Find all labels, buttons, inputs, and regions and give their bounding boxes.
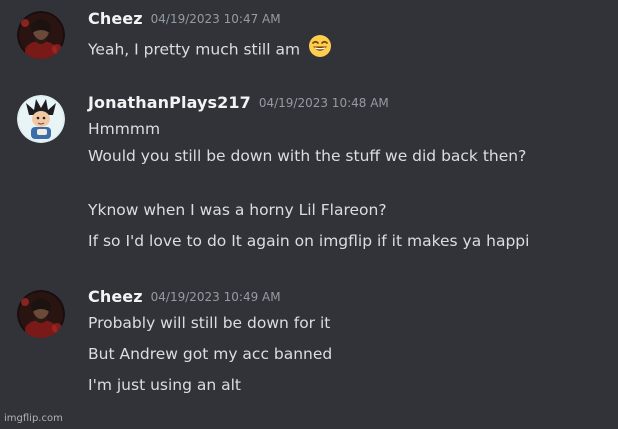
message-line: If so I'd love to do It again on imgflip… bbox=[88, 232, 530, 250]
message-text: Yeah, I pretty much still am bbox=[88, 40, 301, 59]
user-avatar[interactable] bbox=[17, 290, 65, 338]
user-avatar[interactable] bbox=[17, 11, 65, 59]
user-avatar[interactable] bbox=[17, 95, 65, 143]
message-author[interactable]: JonathanPlays217 bbox=[88, 93, 251, 112]
message-timestamp: 04/19/2023 10:49 AM bbox=[150, 290, 281, 304]
chat-log: Cheez 04/19/2023 10:47 AM Yeah, I pretty … bbox=[0, 0, 618, 429]
message-author[interactable]: Cheez bbox=[88, 9, 143, 28]
message-line: Hmmmm bbox=[88, 120, 161, 138]
message-timestamp: 04/19/2023 10:48 AM bbox=[258, 96, 389, 110]
message-author[interactable]: Cheez bbox=[88, 287, 143, 306]
dark-figure-avatar-icon bbox=[17, 11, 65, 59]
message-line: But Andrew got my acc banned bbox=[88, 345, 333, 363]
grinning-face-with-smiling-eyes-icon bbox=[308, 34, 332, 62]
message-line: Yknow when I was a horny Lil Flareon? bbox=[88, 201, 387, 219]
message-line: Would you still be down with the stuff w… bbox=[88, 147, 527, 165]
anime-character-avatar-icon bbox=[17, 95, 65, 143]
message-line: Yeah, I pretty much still am bbox=[88, 34, 332, 64]
message-line: I'm just using an alt bbox=[88, 376, 241, 394]
message-timestamp: 04/19/2023 10:47 AM bbox=[150, 12, 281, 26]
imgflip-watermark: imgflip.com bbox=[4, 413, 63, 424]
dark-figure-avatar-icon bbox=[17, 290, 65, 338]
message-line: Probably will still be down for it bbox=[88, 314, 331, 332]
